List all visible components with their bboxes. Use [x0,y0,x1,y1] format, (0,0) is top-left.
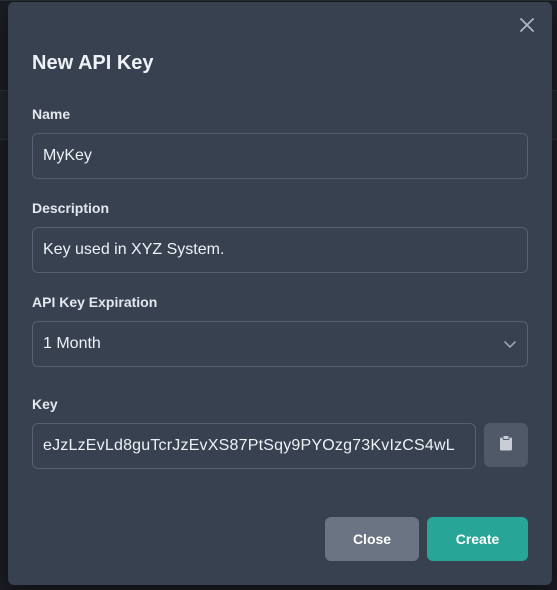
description-input[interactable]: Key used in XYZ System. [32,227,528,273]
name-input-value: MyKey [43,147,92,164]
chevron-down-icon [503,337,517,351]
new-api-key-dialog: New API Key Name MyKey Description Key u… [8,2,552,585]
create-button[interactable]: Create [427,517,528,561]
expiration-select-value: 1 Month [43,335,101,352]
background-divider [0,0,557,1]
expiration-select[interactable]: 1 Month [32,321,528,367]
description-input-value: Key used in XYZ System. [43,241,225,258]
key-label: Key [32,396,58,412]
description-label: Description [32,200,110,216]
close-button[interactable]: Close [325,517,419,561]
close-icon[interactable] [518,16,536,34]
key-field-value: eJzLzEvLd8guTcrJzEvXS87PtSqy9PYOzg73KvIz… [43,437,455,454]
clipboard-icon [499,434,513,456]
expiration-label: API Key Expiration [32,294,158,310]
name-label: Name [32,106,71,122]
name-input[interactable]: MyKey [32,133,528,179]
dialog-title: New API Key [32,52,154,74]
copy-key-button[interactable] [484,423,528,467]
key-field[interactable]: eJzLzEvLd8guTcrJzEvXS87PtSqy9PYOzg73KvIz… [32,423,476,469]
